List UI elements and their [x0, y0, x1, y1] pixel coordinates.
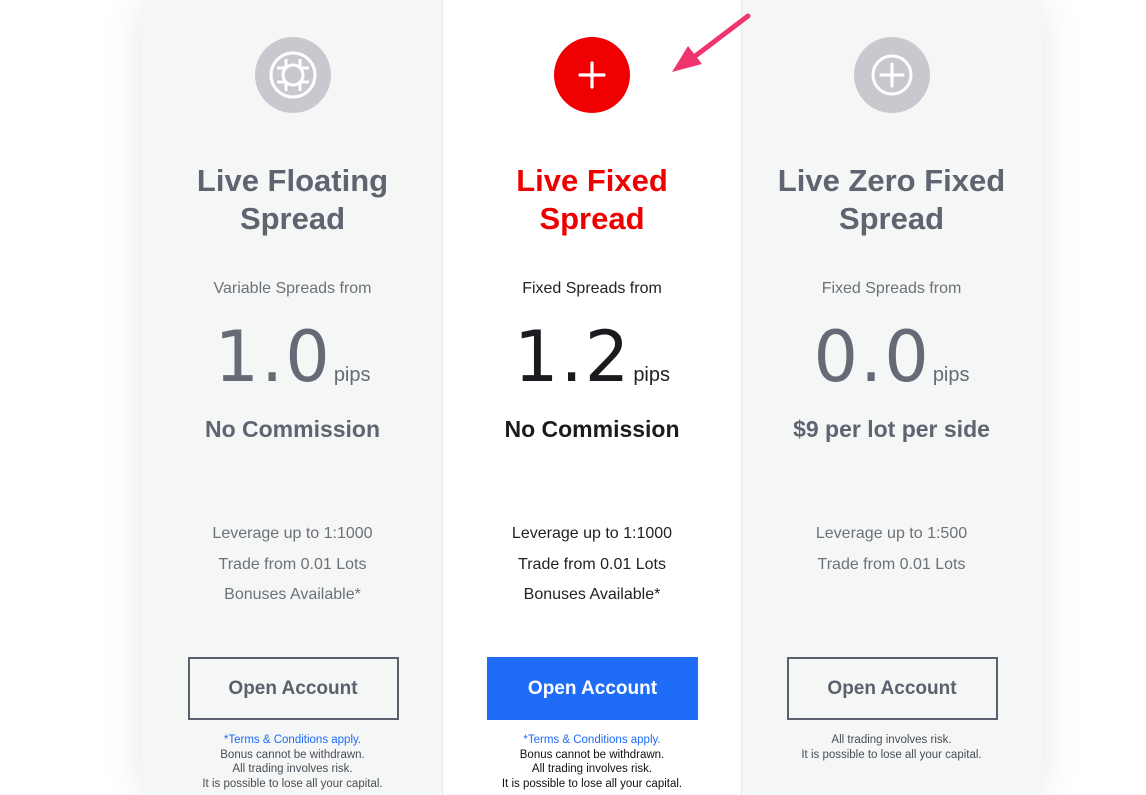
feature-item: Bonuses Available*: [224, 586, 361, 603]
feature-item: Bonuses Available*: [523, 586, 661, 603]
feature-item: Leverage up to 1:1000: [212, 525, 373, 542]
disclaimer-line: All trading involves risk.: [831, 734, 952, 746]
card-title-line: Live Zero Fixed: [777, 163, 1006, 198]
card-title: Live Floating Spread: [143, 162, 442, 238]
spread-value: 1.0: [214, 316, 332, 398]
disclaimer-line: It is possible to lose all your capital.: [801, 748, 982, 761]
spread-value: 1.2: [513, 316, 632, 398]
spread-label: Fixed Spreads from: [821, 280, 962, 297]
card-title: Live Fixed Spread: [443, 162, 741, 238]
spread-label: Fixed Spreads from: [522, 280, 662, 297]
card-title-line: Spread: [239, 201, 346, 236]
card-live-floating-spread: Live Floating Spread Variable Spreads fr…: [143, 0, 442, 795]
commission-text: $9 per lot per side: [793, 416, 990, 442]
spread-value-display: 1.0 pips: [143, 318, 442, 396]
open-account-button[interactable]: Open Account: [487, 657, 698, 720]
disclaimer: All trading involves risk. It is possibl…: [742, 733, 1041, 762]
disclaimer-line: Bonus cannot be withdrawn.: [220, 748, 365, 761]
terms-link[interactable]: *Terms & Conditions apply.: [224, 734, 361, 746]
card-title-line: Spread: [539, 201, 645, 236]
card-live-fixed-spread: Live Fixed Spread Fixed Spreads from 1.2…: [442, 0, 742, 795]
card-live-zero-fixed-spread: Live Zero Fixed Spread Fixed Spreads fro…: [742, 0, 1041, 795]
spread-value-display: 0.0 pips: [742, 318, 1041, 396]
feature-item: Trade from 0.01 Lots: [218, 555, 367, 573]
feature-item: Trade from 0.01 Lots: [817, 555, 966, 573]
feature-item: Leverage up to 1:1000: [511, 525, 673, 542]
account-cards: Live Floating Spread Variable Spreads fr…: [143, 0, 1041, 795]
spread-unit: pips: [932, 364, 970, 386]
spread-unit: pips: [633, 364, 671, 386]
feature-item: Leverage up to 1:500: [815, 525, 968, 542]
commission-text: No Commission: [504, 416, 680, 442]
feature-item: Trade from 0.01 Lots: [518, 555, 666, 573]
card-title-line: Live Floating: [196, 163, 389, 198]
commission-text: No Commission: [204, 416, 381, 442]
plus-icon: [554, 37, 630, 113]
spread-value-display: 1.2 pips: [443, 318, 741, 396]
feature-list: Leverage up to 1:500 Trade from 0.01 Lot…: [742, 519, 1041, 580]
pricing-page: Live Floating Spread Variable Spreads fr…: [0, 0, 1146, 795]
disclaimer: *Terms & Conditions apply. Bonus cannot …: [143, 733, 442, 791]
feature-list: Leverage up to 1:1000 Trade from 0.01 Lo…: [443, 519, 741, 611]
lifebuoy-icon: [254, 37, 331, 113]
disclaimer: *Terms & Conditions apply. Bonus cannot …: [443, 733, 741, 791]
open-account-button[interactable]: Open Account: [786, 657, 998, 720]
terms-link[interactable]: *Terms & Conditions apply.: [523, 734, 660, 746]
spread-label: Variable Spreads from: [213, 280, 372, 297]
card-title: Live Zero Fixed Spread: [742, 162, 1041, 238]
card-title-line: Spread: [838, 201, 945, 236]
spread-unit: pips: [333, 364, 371, 386]
card-title-line: Live Fixed: [516, 163, 668, 198]
open-account-button[interactable]: Open Account: [187, 657, 399, 720]
annotation-arrow-icon: [672, 13, 751, 72]
disclaimer-line: It is possible to lose all your capital.: [202, 777, 383, 790]
feature-list: Leverage up to 1:1000 Trade from 0.01 Lo…: [143, 519, 442, 611]
disclaimer-line: It is possible to lose all your capital.: [501, 777, 683, 790]
plus-circle-icon: [853, 37, 930, 113]
spread-value: 0.0: [813, 316, 931, 398]
disclaimer-line: All trading involves risk.: [531, 763, 653, 775]
disclaimer-line: Bonus cannot be withdrawn.: [519, 748, 665, 761]
disclaimer-line: All trading involves risk.: [232, 763, 353, 775]
